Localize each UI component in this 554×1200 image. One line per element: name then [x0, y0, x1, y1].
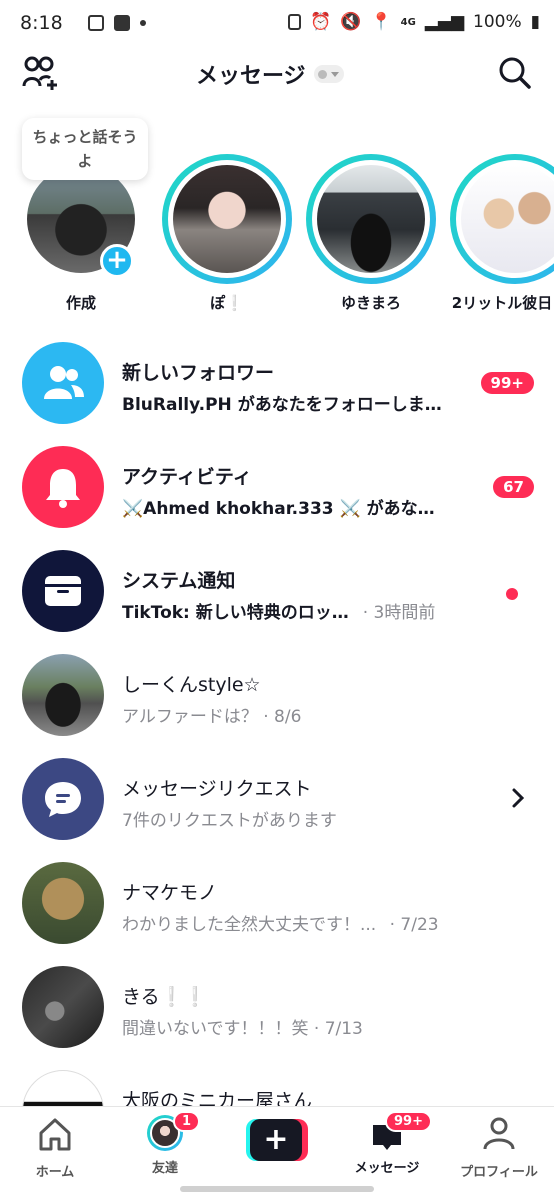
system-avatar [22, 550, 104, 632]
list-item-system[interactable]: システム通知 TikTok: 新しい特典のロッ… · 3時間前 [0, 538, 554, 642]
header: メッセージ [0, 50, 554, 98]
battery-percent: 100% [473, 12, 522, 32]
stories-row: ちょっと話そうよ + 作成 ぽ❕ ゆきまろ 2リットル彼日 [0, 118, 554, 318]
nav-label: プロフィール [460, 1165, 538, 1180]
list-item-activity[interactable]: アクティビティ ⚔️Ahmed khokhar.333 ⚔️ があな… 67 [0, 434, 554, 538]
row-subtitle: わかりました全然大丈夫です！... · 7/23 [122, 910, 439, 935]
signal-icon: ▂▄▆ [424, 12, 465, 32]
story-name: ゆきまろ [340, 294, 401, 312]
story-avatar [317, 165, 425, 273]
checkbox-icon [114, 15, 130, 31]
unread-badge: 99+ [480, 372, 534, 394]
status-bar: 8:18 ⏰ 🔇 📍 4G ▂▄▆ 100% ▮ [0, 0, 554, 50]
nav-label: メッセージ [354, 1161, 420, 1176]
avatar [22, 654, 104, 736]
story-name: 2リットル彼日 [451, 294, 553, 312]
row-title: ナマケモノ [122, 882, 218, 904]
story-item[interactable]: 2リットル彼日 [450, 154, 554, 313]
friends-badge: 1 [173, 1111, 201, 1132]
status-dot-icon [318, 69, 328, 79]
unread-dot [506, 588, 518, 600]
battery-saver-icon [288, 14, 302, 30]
row-subtitle: 7件のリクエストがあります [122, 811, 337, 831]
row-subtitle: ⚔️Ahmed khokhar.333 ⚔️ があな… [122, 499, 435, 519]
plus-icon: + [250, 1119, 302, 1161]
row-title: しーくんstyle☆ [122, 674, 261, 696]
followers-icon [44, 366, 84, 399]
chevron-down-icon [331, 71, 340, 77]
row-subtitle: BluRally.PH があなたをフォローしま… [122, 395, 442, 415]
row-subtitle-text: わかりました全然大丈夫です！... [122, 915, 377, 935]
activity-avatar [22, 446, 104, 528]
list-item-chat[interactable]: きる❕❕ 間違いないです！！！笑 · 7/13 [0, 954, 554, 1058]
row-subtitle: TikTok: 新しい特典のロッ… · 3時間前 [122, 598, 435, 623]
list-item-new-followers[interactable]: 新しいフォロワー BluRally.PH があなたをフォローしま… 99+ [0, 330, 554, 434]
story-item[interactable]: ゆきまろ [306, 154, 436, 313]
location-icon: 📍 [370, 12, 392, 32]
list-item-message-requests[interactable]: メッセージリクエスト 7件のリクエストがあります [0, 746, 554, 850]
story-name: ぽ❕ [210, 294, 244, 312]
row-subtitle: アルファードは？ · 8/6 [122, 707, 302, 727]
followers-avatar [22, 342, 104, 424]
unread-badge: 67 [493, 476, 534, 498]
plus-icon[interactable]: + [100, 244, 134, 278]
row-title: システム通知 [122, 570, 236, 592]
nav-messages[interactable]: 99+ メッセージ [332, 1111, 442, 1176]
avatar [22, 966, 104, 1048]
story-bubble: ちょっと話そうよ [22, 118, 148, 180]
list-item-chat[interactable]: ナマケモノ わかりました全然大丈夫です！... · 7/23 [0, 850, 554, 954]
chevron-right-icon [512, 788, 525, 808]
story-avatar [461, 165, 554, 273]
notification-dot-icon [140, 20, 146, 26]
nav-friends[interactable]: 1 友達 [110, 1111, 220, 1176]
network-label: 4G [400, 16, 416, 28]
row-title: 新しいフォロワー [122, 362, 275, 384]
row-time: · 7/23 [389, 915, 439, 935]
list-item-chat[interactable]: しーくんstyle☆ アルファードは？ · 8/6 [0, 642, 554, 746]
bell-icon [46, 469, 80, 508]
messages-badge: 99+ [385, 1111, 432, 1132]
battery-icon: ▮ [530, 12, 540, 32]
nav-label: 友達 [151, 1161, 178, 1176]
home-indicator [180, 1186, 374, 1192]
row-title: アクティビティ [122, 466, 252, 488]
inbox-icon [45, 576, 81, 606]
profile-icon [483, 1117, 515, 1150]
row-time: · 3時間前 [362, 603, 436, 623]
row-title: メッセージリクエスト [122, 778, 312, 800]
nav-label: ホーム [35, 1165, 75, 1180]
calendar-icon [88, 15, 104, 31]
chat-bubble-icon [45, 782, 81, 817]
avatar [22, 862, 104, 944]
page-title: メッセージ [196, 64, 306, 89]
request-avatar [22, 758, 104, 840]
row-subtitle-text: TikTok: 新しい特典のロッ… [122, 603, 349, 623]
status-time: 8:18 [20, 12, 63, 34]
alarm-icon: ⏰ [310, 12, 332, 32]
nav-home[interactable]: ホーム [0, 1115, 110, 1180]
search-icon[interactable] [498, 56, 532, 90]
home-icon [39, 1118, 71, 1151]
row-title: きる❕❕ [122, 986, 207, 1008]
create-button[interactable]: + [246, 1119, 308, 1161]
story-avatar [173, 165, 281, 273]
nav-profile[interactable]: プロフィール [444, 1115, 554, 1180]
mute-icon: 🔇 [340, 12, 362, 32]
story-name: 作成 [65, 294, 96, 312]
row-subtitle: 間違いないです！！！笑 · 7/13 [122, 1019, 363, 1039]
online-status-toggle[interactable] [313, 65, 344, 83]
story-item[interactable]: ぽ❕ [162, 154, 292, 313]
add-friend-icon[interactable] [22, 56, 60, 92]
